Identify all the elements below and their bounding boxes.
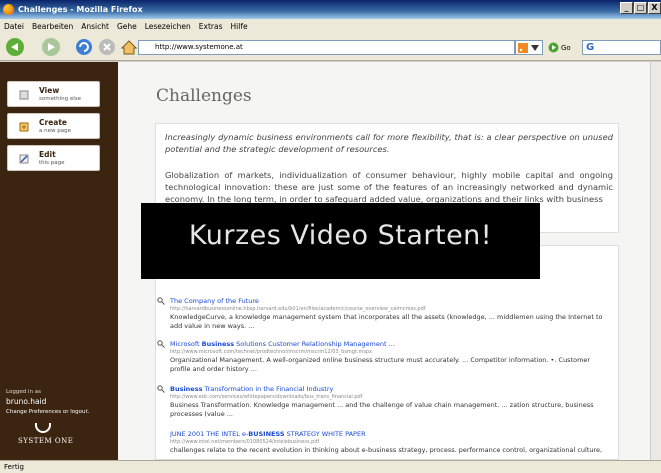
menu-hilfe[interactable]: Hilfe: [231, 22, 248, 31]
home-icon[interactable]: [118, 37, 140, 57]
menu-extras[interactable]: Extras: [199, 22, 223, 31]
google-search-icon: G: [586, 42, 595, 53]
view-sublabel: something else: [39, 96, 82, 102]
start-video-label[interactable]: Kurzes Video Starten!: [141, 220, 540, 251]
edit-button[interactable]: Edit this page: [7, 145, 100, 171]
status-text: Fertig: [4, 463, 24, 471]
result-snippet: Business Transformation. Knowledge manag…: [170, 401, 594, 418]
logged-in-label: Logged in as: [6, 389, 41, 395]
view-button[interactable]: View something else: [7, 81, 100, 107]
firefox-icon: [3, 4, 14, 15]
username: bruno.haid: [6, 397, 47, 406]
result-title-link[interactable]: Microsoft Business Solutions Customer Re…: [170, 340, 610, 348]
view-icon: [19, 90, 29, 100]
preferences-link[interactable]: Change Preferences or logout.: [6, 409, 89, 415]
search-result: Microsoft Business Solutions Customer Re…: [157, 340, 610, 374]
create-button[interactable]: Create a new page: [7, 113, 100, 139]
result-url: http://www.edc.com/services/whitepapers/…: [170, 394, 363, 400]
search-result: Business Transformation in the Financial…: [157, 385, 610, 419]
magnifier-icon: [157, 340, 165, 348]
status-bar: Fertig: [0, 460, 661, 473]
magnifier-icon: [157, 297, 165, 305]
view-label: View: [39, 86, 60, 95]
menu-ansicht[interactable]: Ansicht: [81, 22, 109, 31]
menu-bearbeiten[interactable]: Bearbeiten: [32, 22, 73, 31]
search-result: JUNE 2001 THE INTEL e-BUSINESS STRATEGY …: [170, 430, 610, 460]
feed-dropdown[interactable]: [515, 40, 543, 55]
url-text: http://www.systemone.at: [155, 43, 243, 51]
search-input[interactable]: G: [582, 40, 661, 55]
system-one-logo: SYSTEM ONE: [18, 437, 74, 445]
menu-gehe[interactable]: Gehe: [117, 22, 137, 31]
window-title: Challenges - Mozilla Firefox: [18, 5, 143, 14]
result-title-link[interactable]: Business Transformation in the Financial…: [170, 385, 610, 393]
close-button[interactable]: X: [648, 2, 661, 14]
result-url: http://harvardbusinessonline.hbsp.harvar…: [170, 306, 426, 312]
edit-label: Edit: [39, 150, 56, 159]
edit-sublabel: this page: [39, 160, 65, 166]
address-bar[interactable]: http://www.systemone.at: [138, 40, 515, 55]
edit-icon: [19, 154, 29, 164]
result-url: http://www.microsoft.com/technet/prodtec…: [170, 349, 373, 355]
result-snippet: challenges relate to the recent evolutio…: [170, 446, 603, 454]
create-label: Create: [39, 118, 68, 127]
intro-text: Increasingly dynamic business environmen…: [165, 132, 613, 154]
reload-icon[interactable]: [73, 37, 95, 57]
window-title-bar: Challenges - Mozilla Firefox _ □ X: [0, 0, 661, 19]
chevron-down-icon[interactable]: [531, 45, 539, 51]
maximize-button[interactable]: □: [634, 2, 647, 14]
result-title-link[interactable]: JUNE 2001 THE INTEL e-BUSINESS STRATEGY …: [170, 430, 610, 438]
create-sublabel: a new page: [39, 128, 71, 134]
go-button-label[interactable]: Go: [561, 44, 571, 52]
minimize-button[interactable]: _: [620, 2, 633, 14]
vertical-scrollbar[interactable]: [650, 62, 661, 460]
rss-icon[interactable]: [518, 43, 528, 53]
result-snippet: KnowledgeCurve, a knowledge management s…: [170, 313, 603, 330]
create-icon: [19, 122, 29, 132]
result-snippet: Organizational Management. A well-organi…: [170, 356, 591, 373]
result-title-link[interactable]: The Company of the Future: [170, 297, 610, 305]
forward-arrow-icon[interactable]: [40, 37, 62, 57]
menu-lesezeichen[interactable]: Lesezeichen: [145, 22, 191, 31]
result-url: http://www.intel.net/members/01080524/in…: [170, 439, 320, 445]
page-title: Challenges: [156, 86, 252, 106]
go-icon[interactable]: [548, 42, 559, 53]
magnifier-icon: [157, 385, 165, 393]
search-result: The Company of the Future http://harvard…: [157, 297, 610, 331]
stop-icon[interactable]: [96, 37, 118, 57]
back-arrow-icon[interactable]: [4, 37, 26, 57]
menu-datei[interactable]: Datei: [4, 22, 24, 31]
menu-bar: Datei Bearbeiten Ansicht Gehe Lesezeiche…: [0, 19, 661, 33]
